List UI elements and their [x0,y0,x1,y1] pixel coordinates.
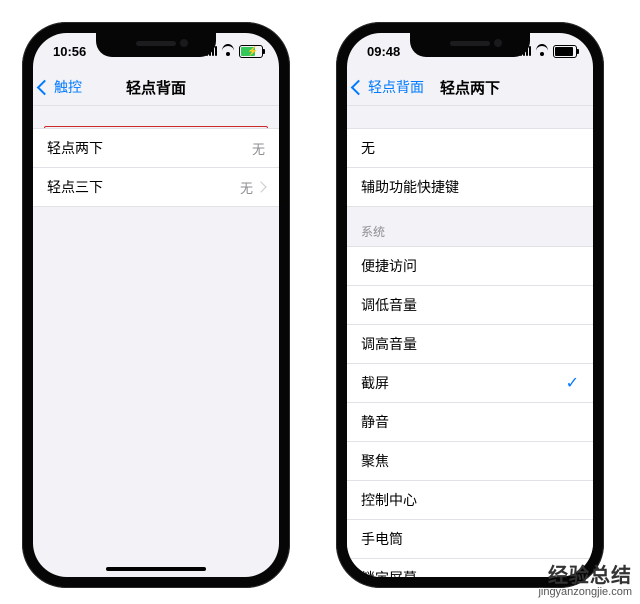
battery-icon [553,45,577,58]
row-volume-up[interactable]: 调高音量 [347,325,593,364]
home-indicator[interactable] [106,567,206,571]
row-flashlight[interactable]: 手电筒 [347,520,593,559]
chevron-left-icon [37,79,53,95]
section-header-system: 系统 [347,207,593,246]
battery-icon: ⚡ [239,45,263,58]
row-label: 聚焦 [361,451,389,471]
back-label: 触控 [54,77,82,97]
row-value: 无 [252,139,265,158]
row-label: 调高音量 [361,334,417,354]
checkmark-icon: ✓ [566,373,579,393]
content: 轻点两下 无 轻点三下 无 [33,106,279,577]
back-button[interactable]: 轻点背面 [353,77,424,97]
row-value: 无 [240,178,265,197]
row-label: 控制中心 [361,490,417,510]
watermark: 经验总结 jingyanzongjie.com [538,559,632,598]
row-label: 静音 [361,412,389,432]
watermark-zh: 经验总结 [538,559,632,588]
row-label: 锁定屏幕 [361,568,417,577]
watermark-en: jingyanzongjie.com [538,586,632,598]
back-label: 轻点背面 [368,77,424,97]
row-reachability[interactable]: 便捷访问 [347,246,593,286]
phone-right: 09:48 轻点背面 轻点两下 [336,22,604,588]
status-time: 09:48 [367,44,400,59]
row-option-accessibility-shortcut[interactable]: 辅助功能快捷键 [347,168,593,207]
notch [96,33,216,57]
chevron-right-icon [255,181,266,192]
nav-bar: 轻点背面 轻点两下 [347,69,593,106]
row-volume-down[interactable]: 调低音量 [347,286,593,325]
row-label: 轻点三下 [47,177,103,197]
row-label: 无 [361,138,375,158]
row-spotlight[interactable]: 聚焦 [347,442,593,481]
back-button[interactable]: 触控 [39,77,82,97]
status-time: 10:56 [53,44,86,59]
row-label: 辅助功能快捷键 [361,177,459,197]
phone-left: 10:56 ⚡ 触控 轻点背面 [22,22,290,588]
wifi-icon [535,46,549,56]
notch [410,33,530,57]
row-label: 手电筒 [361,529,403,549]
row-label: 截屏 [361,373,389,393]
row-triple-tap[interactable]: 轻点三下 无 [33,168,279,207]
wifi-icon [221,46,235,56]
row-control-center[interactable]: 控制中心 [347,481,593,520]
row-option-none[interactable]: 无 [347,128,593,168]
row-double-tap[interactable]: 轻点两下 无 [33,128,279,168]
row-label: 便捷访问 [361,256,417,276]
row-label: 轻点两下 [47,138,103,158]
chevron-left-icon [351,79,367,95]
row-label: 调低音量 [361,295,417,315]
nav-bar: 触控 轻点背面 [33,69,279,106]
row-screenshot[interactable]: 截屏 ✓ [347,364,593,403]
screen-left: 10:56 ⚡ 触控 轻点背面 [33,33,279,577]
row-mute[interactable]: 静音 [347,403,593,442]
content: 无 辅助功能快捷键 系统 便捷访问 调低音量 调高音量 截屏 ✓ [347,106,593,577]
screen-right: 09:48 轻点背面 轻点两下 [347,33,593,577]
